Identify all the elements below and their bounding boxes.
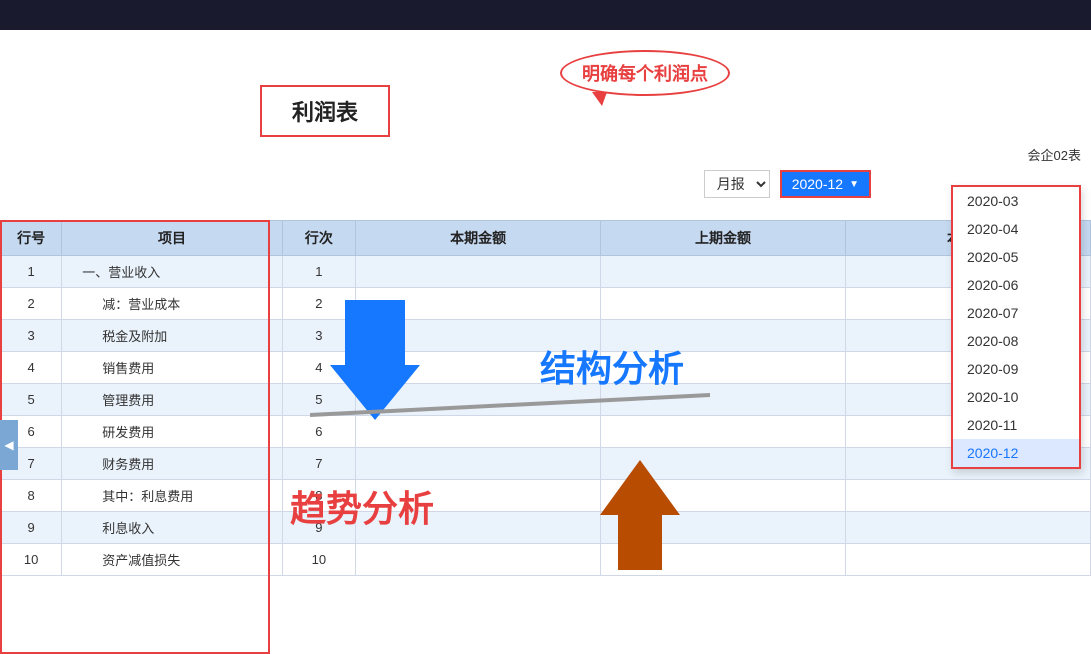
table-row: 9 利息收入 9 — [1, 512, 1091, 544]
dropdown-item-2020-05[interactable]: 2020-05 — [953, 243, 1079, 271]
scroll-left-icon: ◀ — [4, 438, 13, 452]
cell-current — [356, 544, 601, 576]
cell-current — [356, 416, 601, 448]
table-row: 7 财务费用 7 — [1, 448, 1091, 480]
cell-ytd — [846, 512, 1091, 544]
label-jiegou: 结构分析 — [540, 340, 684, 392]
dropdown-item-2020-10[interactable]: 2020-10 — [953, 383, 1079, 411]
col-header-row: 行次 — [282, 221, 355, 256]
table-row: 8 其中：利息费用 8 — [1, 480, 1091, 512]
cell-current — [356, 288, 601, 320]
bubble-text: 明确每个利润点 — [582, 64, 708, 84]
date-dropdown[interactable]: 2020-03 2020-04 2020-05 2020-06 2020-07 … — [951, 185, 1081, 469]
dropdown-item-2020-03[interactable]: 2020-03 — [953, 187, 1079, 215]
col-header-item: 项目 — [62, 221, 282, 256]
cell-row: 3 — [282, 320, 355, 352]
cell-num: 4 — [1, 352, 62, 384]
cell-prior — [601, 256, 846, 288]
dropdown-item-2020-07[interactable]: 2020-07 — [953, 299, 1079, 327]
cell-current — [356, 256, 601, 288]
cell-item: 减：营业成本 — [62, 288, 282, 320]
table-wrapper: 行号 项目 行次 本期金额 上期金额 本年金 1 一、营业收入 1 — [0, 220, 1091, 654]
cell-prior — [601, 512, 846, 544]
cell-row: 5 — [282, 384, 355, 416]
cell-num: 1 — [1, 256, 62, 288]
cell-item: 利息收入 — [62, 512, 282, 544]
cell-item: 其中：利息费用 — [62, 480, 282, 512]
table-row: 1 一、营业收入 1 — [1, 256, 1091, 288]
col-header-current: 本期金额 — [356, 221, 601, 256]
cell-row: 6 — [282, 416, 355, 448]
cell-ytd — [846, 544, 1091, 576]
cell-num: 9 — [1, 512, 62, 544]
cell-num: 5 — [1, 384, 62, 416]
cell-item: 研发费用 — [62, 416, 282, 448]
cell-item: 一、营业收入 — [62, 256, 282, 288]
table-row: 10 资产减值损失 10 — [1, 544, 1091, 576]
cell-item: 销售费用 — [62, 352, 282, 384]
cell-ytd — [846, 480, 1091, 512]
cell-prior — [601, 448, 846, 480]
cell-item: 资产减值损失 — [62, 544, 282, 576]
cell-num: 2 — [1, 288, 62, 320]
cell-row: 7 — [282, 448, 355, 480]
cell-num: 8 — [1, 480, 62, 512]
table-row: 6 研发费用 6 — [1, 416, 1091, 448]
cell-row: 1 — [282, 256, 355, 288]
cell-num: 3 — [1, 320, 62, 352]
cell-row: 2 — [282, 288, 355, 320]
cell-item: 财务费用 — [62, 448, 282, 480]
date-select-box[interactable]: 2020-12 ▼ — [780, 170, 871, 198]
cell-prior — [601, 416, 846, 448]
dropdown-item-2020-09[interactable]: 2020-09 — [953, 355, 1079, 383]
chevron-down-icon: ▼ — [849, 179, 859, 190]
col-header-prior: 上期金额 — [601, 221, 846, 256]
cell-num: 10 — [1, 544, 62, 576]
dropdown-item-2020-08[interactable]: 2020-08 — [953, 327, 1079, 355]
col-header-num: 行号 — [1, 221, 62, 256]
dropdown-item-2020-06[interactable]: 2020-06 — [953, 271, 1079, 299]
table-row: 2 减：营业成本 2 — [1, 288, 1091, 320]
cell-item: 管理费用 — [62, 384, 282, 416]
dropdown-item-2020-04[interactable]: 2020-04 — [953, 215, 1079, 243]
speech-bubble: 明确每个利润点 — [560, 50, 730, 96]
page-title: 利润表 — [260, 85, 390, 137]
cell-prior — [601, 480, 846, 512]
cell-row: 10 — [282, 544, 355, 576]
dropdown-item-2020-11[interactable]: 2020-11 — [953, 411, 1079, 439]
scroll-left-btn[interactable]: ◀ — [0, 420, 18, 470]
cell-current — [356, 448, 601, 480]
period-select[interactable]: 月报 季报 年报 — [704, 170, 770, 198]
date-select-btn[interactable]: 2020-12 ▼ — [782, 172, 869, 196]
profit-table: 行号 项目 行次 本期金额 上期金额 本年金 1 一、营业收入 1 — [0, 220, 1091, 576]
company-label: 会企02表 — [1028, 145, 1081, 164]
label-qushi: 趋势分析 — [290, 480, 434, 532]
cell-row: 4 — [282, 352, 355, 384]
date-selected-value: 2020-12 — [792, 176, 843, 192]
cell-prior — [601, 544, 846, 576]
cell-prior — [601, 288, 846, 320]
cell-item: 税金及附加 — [62, 320, 282, 352]
dropdown-item-2020-12[interactable]: 2020-12 — [953, 439, 1079, 467]
top-bar — [0, 0, 1091, 30]
